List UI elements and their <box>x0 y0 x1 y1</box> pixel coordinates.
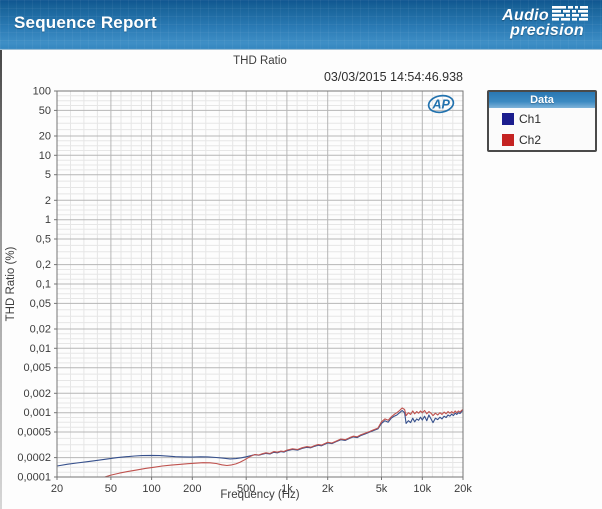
svg-text:AP: AP <box>432 98 451 112</box>
page-title: Sequence Report <box>14 13 157 33</box>
svg-text:0,1: 0,1 <box>36 279 51 291</box>
report-header-bar: Sequence Report Audio precision <box>0 0 602 50</box>
svg-text:0,0002: 0,0002 <box>17 452 51 464</box>
logo-precision-text: precision <box>458 23 588 39</box>
svg-text:5k: 5k <box>376 483 388 495</box>
x-axis-label: Frequency (Hz) <box>220 489 299 501</box>
svg-text:200: 200 <box>183 483 201 495</box>
y-axis-label: THD Ratio (%) <box>5 247 17 322</box>
legend-title: Data <box>489 92 595 108</box>
svg-text:0,02: 0,02 <box>30 324 51 336</box>
svg-text:100: 100 <box>142 483 160 495</box>
legend-item-ch1-label: Ch1 <box>519 112 541 126</box>
svg-text:0,005: 0,005 <box>23 362 51 374</box>
chart-title: THD Ratio <box>57 55 463 67</box>
chart-timestamp: 03/03/2015 14:54:46.938 <box>57 70 463 84</box>
svg-text:20: 20 <box>39 131 51 143</box>
svg-text:50: 50 <box>105 483 117 495</box>
svg-text:20: 20 <box>51 483 63 495</box>
ap-logo-icon: AP <box>427 93 455 120</box>
audio-precision-logo: Audio precision <box>458 6 588 44</box>
legend-item-ch2[interactable]: Ch2 <box>489 129 595 150</box>
ch1-color-swatch <box>502 113 514 125</box>
svg-text:10k: 10k <box>413 483 431 495</box>
sequence-report-window: Sequence Report Audio precision <box>0 0 602 509</box>
legend-item-ch2-label: Ch2 <box>519 133 541 147</box>
ch2-color-swatch <box>502 134 514 146</box>
page-left-border <box>0 50 2 509</box>
svg-text:0,5: 0,5 <box>36 234 51 246</box>
svg-text:0,002: 0,002 <box>23 388 51 400</box>
legend-item-ch1[interactable]: Ch1 <box>489 108 595 129</box>
legend-box: Data Ch1 Ch2 <box>487 90 597 152</box>
svg-text:0,05: 0,05 <box>30 298 51 310</box>
svg-text:100: 100 <box>33 86 51 98</box>
svg-text:1: 1 <box>45 214 51 226</box>
svg-text:50: 50 <box>39 105 51 117</box>
svg-text:0,01: 0,01 <box>30 343 51 355</box>
svg-text:0,2: 0,2 <box>36 259 51 271</box>
svg-text:2: 2 <box>45 195 51 207</box>
svg-text:2k: 2k <box>322 483 334 495</box>
svg-text:5: 5 <box>45 169 51 181</box>
svg-text:0,0005: 0,0005 <box>17 427 51 439</box>
svg-text:20k: 20k <box>454 483 472 495</box>
svg-text:10: 10 <box>39 150 51 162</box>
svg-text:0,001: 0,001 <box>23 407 51 419</box>
svg-text:0,0001: 0,0001 <box>17 472 51 484</box>
